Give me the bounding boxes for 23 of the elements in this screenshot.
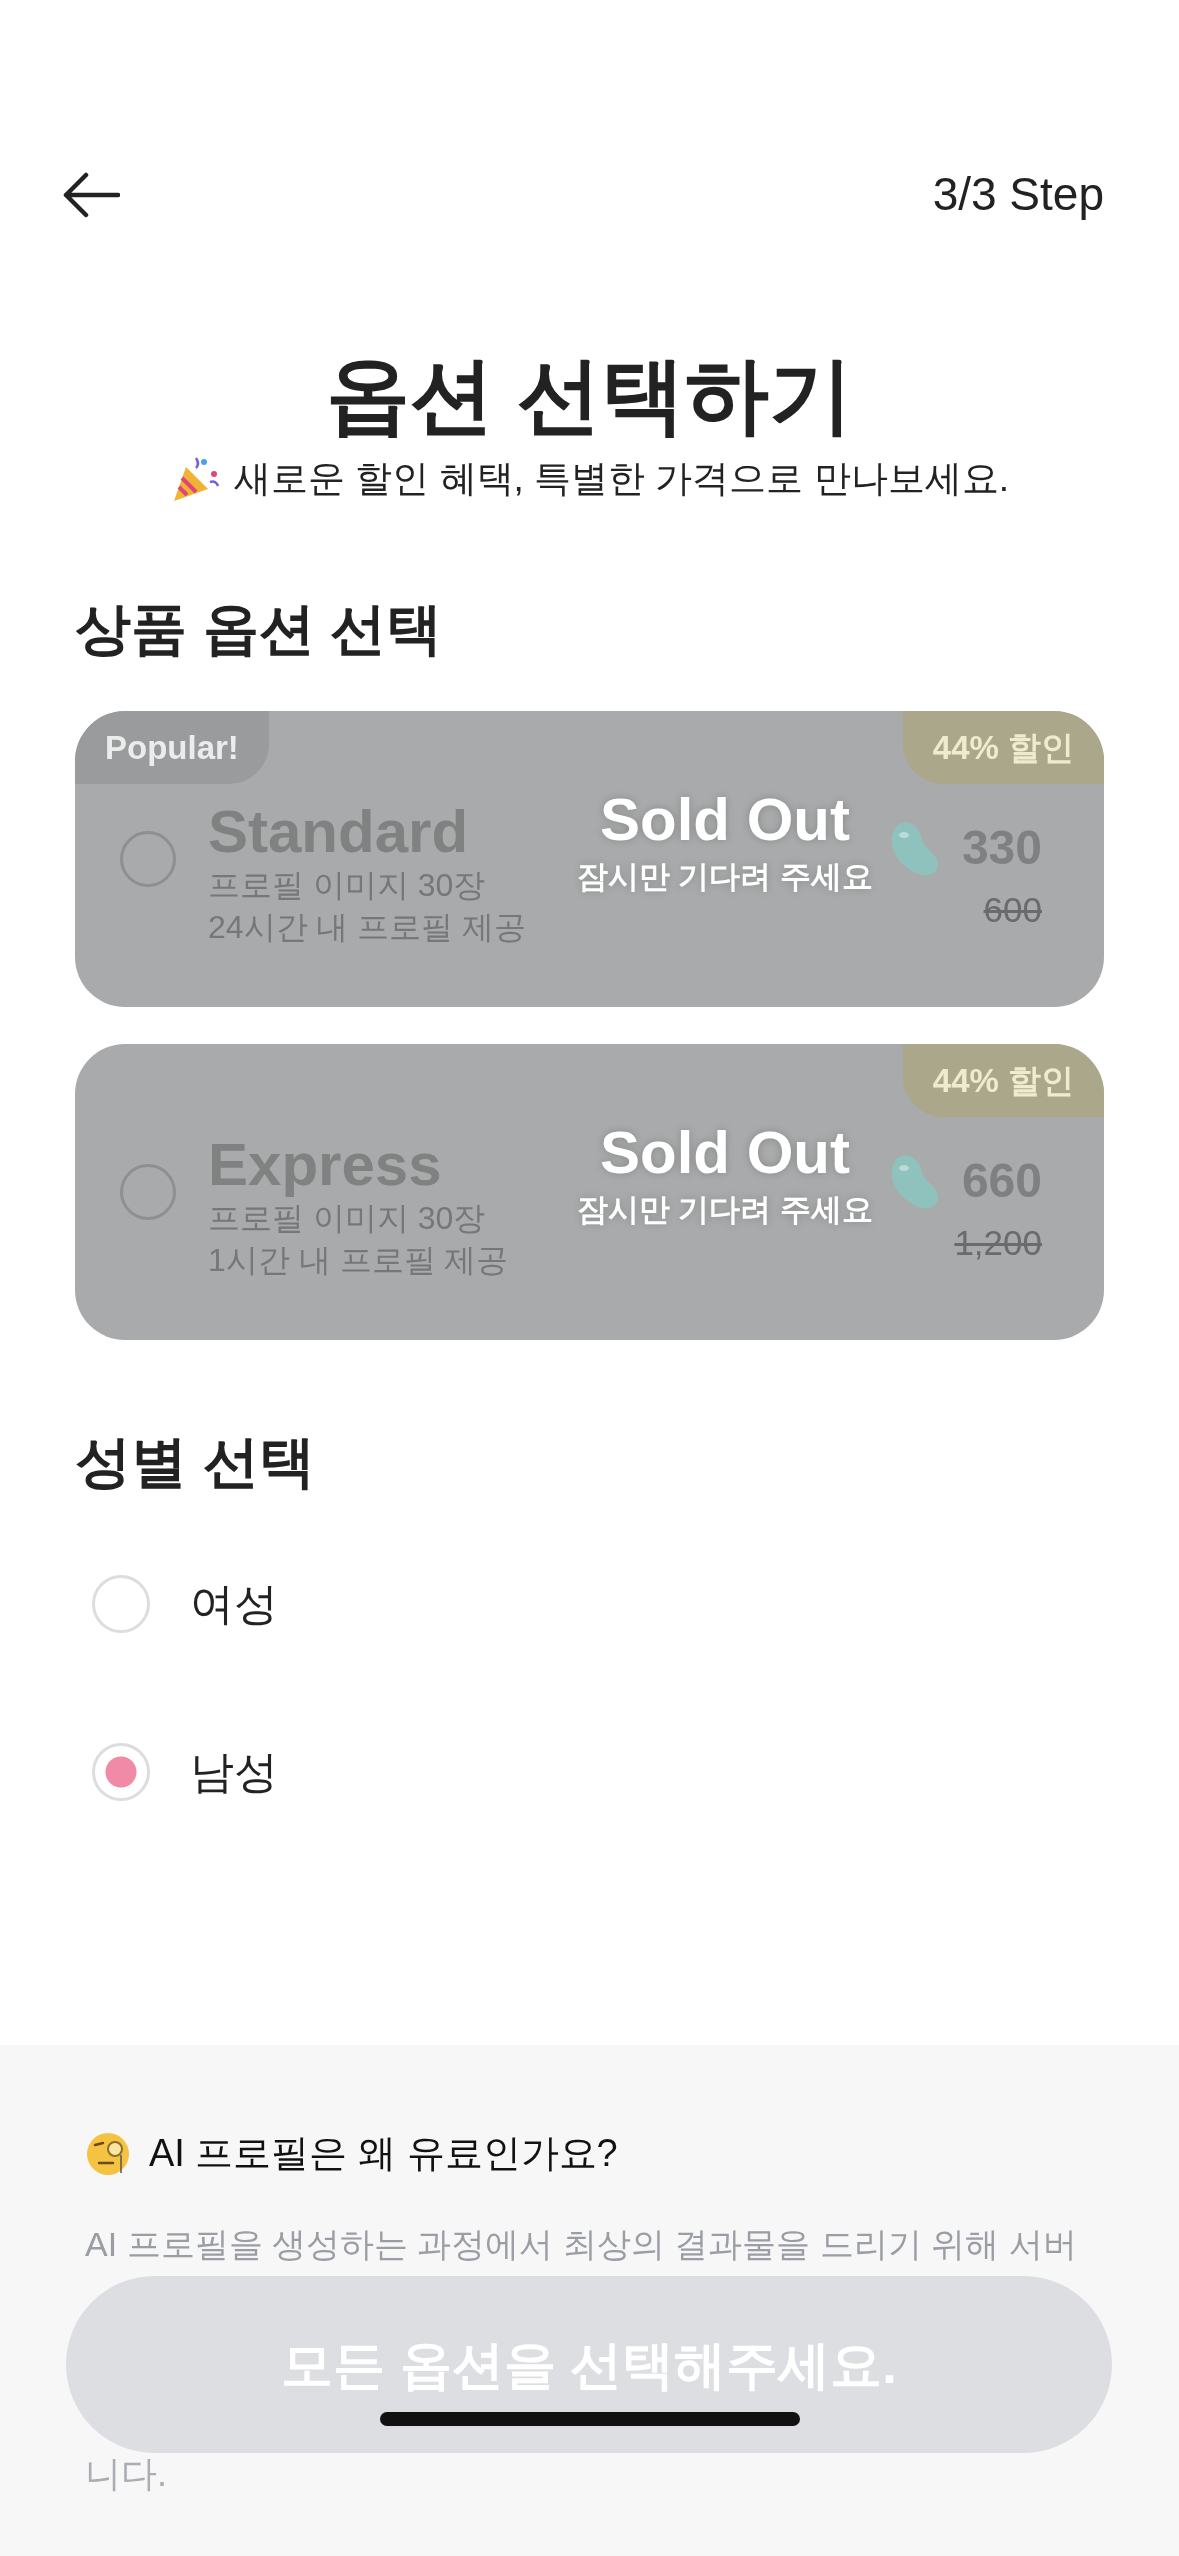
discount-badge: 44% 할인 — [902, 1043, 1104, 1118]
info-title: AI 프로필은 왜 유료인가요? — [149, 2131, 618, 2176]
sold-out-message: 잠시만 기다려 주세요 — [576, 1190, 874, 1229]
radio-button[interactable] — [120, 1163, 176, 1220]
sold-out-label: Sold Out — [600, 784, 850, 854]
gender-option-label[interactable]: 남성 — [190, 1738, 278, 1805]
gender-option-label[interactable]: 여성 — [190, 1570, 278, 1637]
monocle-face-icon — [85, 2130, 131, 2177]
section-heading: 상품 옵션 선택 — [74, 595, 444, 662]
sold-out-message: 잠시만 기다려 주세요 — [576, 857, 874, 896]
discount-badge: 44% 할인 — [902, 710, 1104, 785]
sold-out-label: Sold Out — [600, 1117, 850, 1187]
page-title: 옵션 선택하기 — [324, 349, 855, 442]
radio-button[interactable] — [120, 830, 176, 887]
original-price: 1,200 — [953, 1221, 1042, 1264]
info-text: AI 프로필을 생성하는 과정에서 최상의 결과물을 드리기 위해 서버 — [85, 2224, 1077, 2265]
subtitle: 새로운 할인 혜택, 특별한 가격으로 만나보세요. — [234, 457, 1009, 502]
back-arrow-icon[interactable] — [62, 171, 120, 218]
info-text: 니다. — [85, 2452, 168, 2497]
original-price: 600 — [982, 888, 1042, 931]
section-heading: 성별 선택 — [74, 1428, 316, 1495]
popular-badge: Popular! — [75, 710, 269, 785]
step-indicator: 3/3 Step — [932, 167, 1104, 222]
